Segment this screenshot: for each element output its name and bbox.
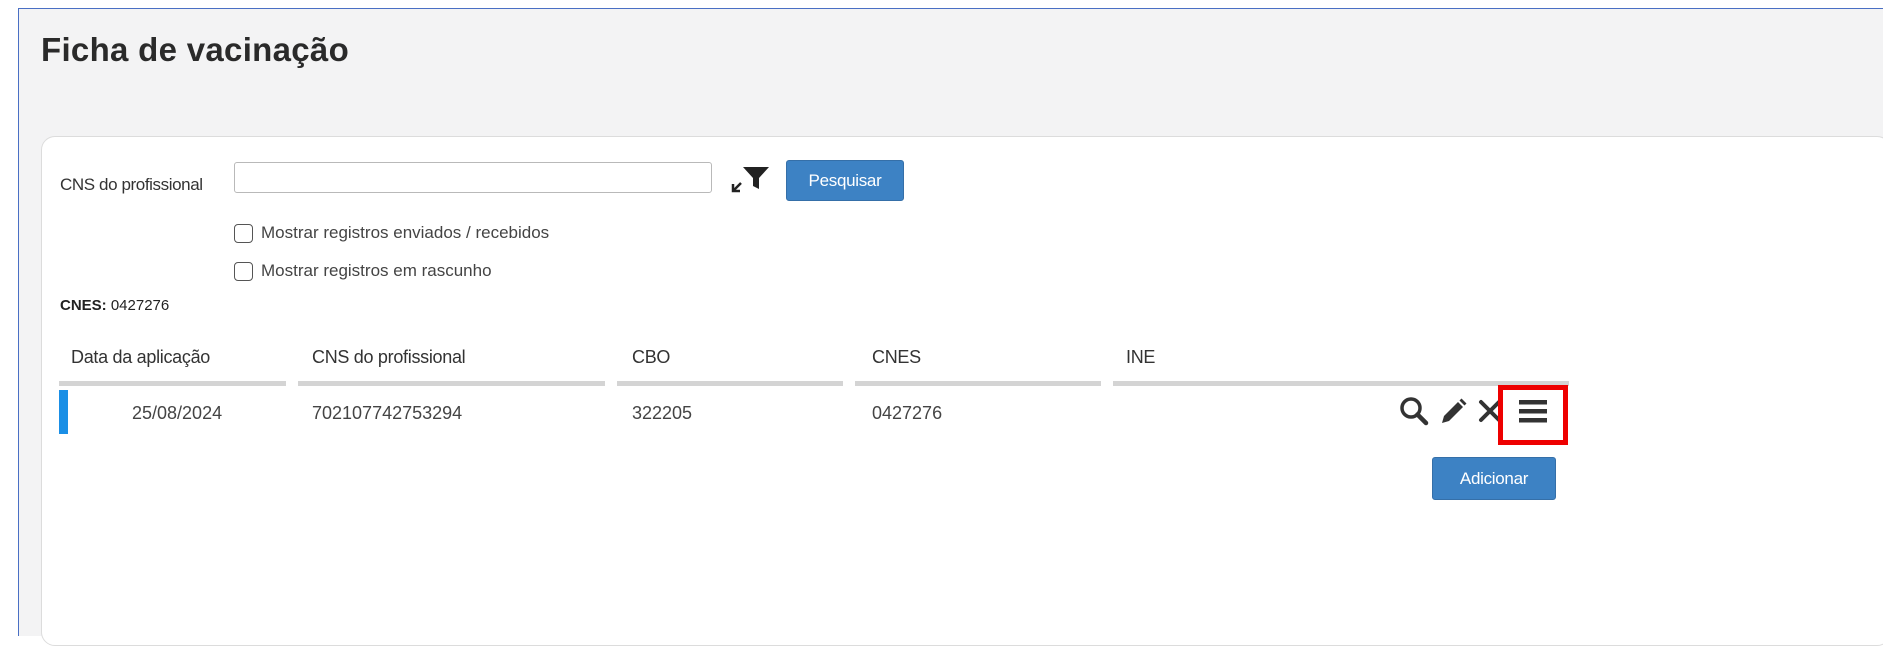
checkbox-sent-received-box[interactable] — [234, 223, 253, 243]
checkbox-draft-box[interactable] — [234, 261, 253, 281]
column-divider — [855, 381, 1101, 386]
pencil-icon[interactable] — [1434, 393, 1470, 429]
column-header-cbo[interactable]: CBO — [632, 347, 670, 368]
checkbox-sent-received-label: Mostrar registros enviados / recebidos — [261, 223, 550, 242]
cell-cns-profissional: 702107742753294 — [312, 403, 463, 423]
column-divider — [298, 381, 605, 386]
cell-cbo: 322205 — [632, 403, 693, 423]
checkbox-draft-label: Mostrar registros em rascunho — [261, 261, 492, 280]
checkbox-draft[interactable]: Mostrar registros em rascunho — [234, 261, 492, 281]
cell-cnes: 0427276 — [872, 403, 943, 423]
column-header-ine[interactable]: INE — [1126, 347, 1155, 368]
menu-icon-highlight — [1498, 385, 1568, 445]
cell-data-aplicacao: 25/08/2024 — [132, 403, 223, 423]
row-selection-marker — [59, 390, 68, 434]
search-button[interactable]: Pesquisar — [786, 160, 904, 201]
add-button[interactable]: Adicionar — [1432, 457, 1556, 500]
column-header-data-aplicacao[interactable]: Data da aplicação — [71, 347, 210, 368]
cns-input[interactable] — [234, 162, 712, 193]
column-divider — [59, 381, 286, 386]
search-panel: CNS do profissional Pesquisar Mostrar re… — [41, 136, 1883, 646]
filter-expand-icon[interactable] — [730, 163, 770, 195]
cnes-info: CNES: 0427276 — [60, 297, 169, 314]
checkbox-sent-received[interactable]: Mostrar registros enviados / recebidos — [234, 223, 549, 243]
cnes-info-label: CNES: — [60, 297, 107, 314]
cns-label: CNS do profissional — [60, 175, 203, 194]
page-frame: Ficha de vacinação CNS do profissional P… — [18, 8, 1883, 646]
column-divider — [617, 381, 843, 386]
search-icon[interactable] — [1396, 393, 1432, 429]
cnes-info-value: 0427276 — [110, 297, 170, 314]
column-header-cnes[interactable]: CNES — [872, 347, 921, 368]
page-title: Ficha de vacinação — [41, 31, 350, 68]
column-header-cns-profissional[interactable]: CNS do profissional — [312, 347, 466, 368]
